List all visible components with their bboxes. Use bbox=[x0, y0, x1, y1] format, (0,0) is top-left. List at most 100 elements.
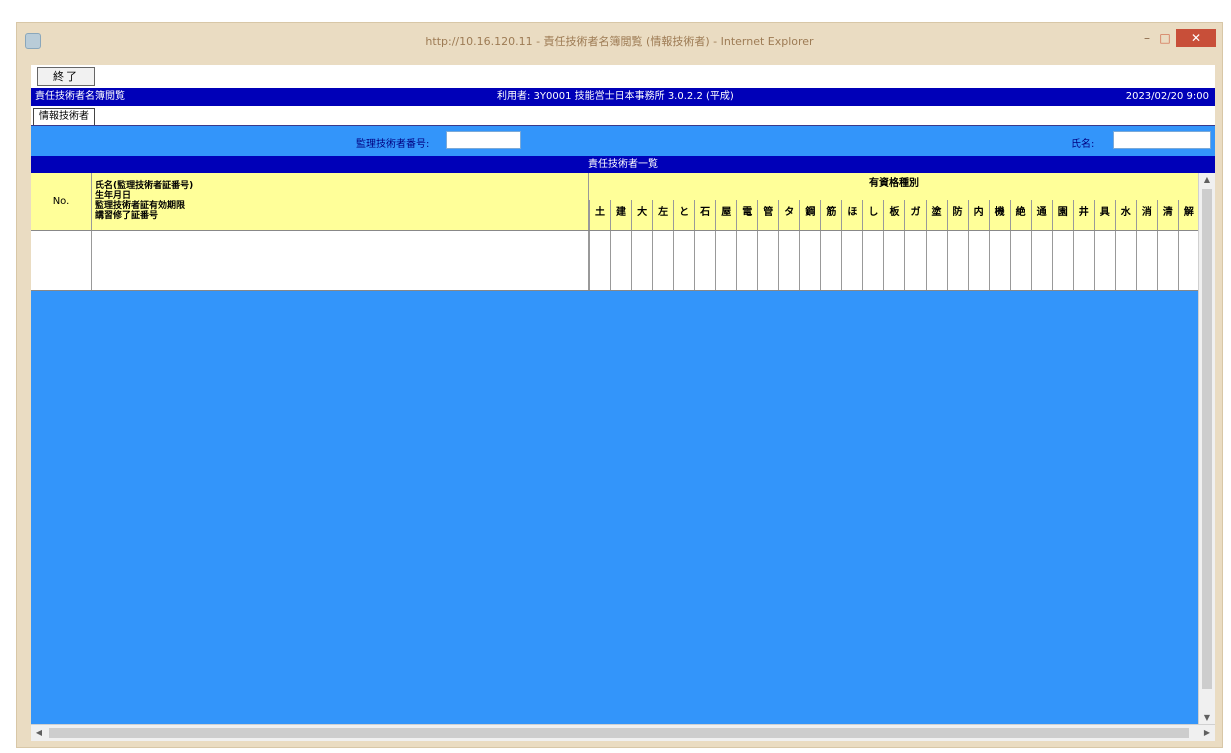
qualification-cell bbox=[1051, 231, 1073, 290]
vertical-scrollbar[interactable]: ▲ ▼ bbox=[1198, 173, 1215, 725]
qualification-code: 左 bbox=[652, 200, 673, 230]
qualification-cell bbox=[820, 231, 841, 290]
window-title: http://10.16.120.11 - 責任技術者名簿閲覧 (情報技術者) … bbox=[425, 35, 814, 48]
engineer-list: No. 氏名(監理技術者証番号) 生年月日 監理技術者証有効期限 講習修了証番号… bbox=[31, 173, 1215, 741]
close-button[interactable]: ✕ bbox=[1176, 29, 1216, 47]
qualification-code: 大 bbox=[631, 200, 652, 230]
qualification-cell bbox=[925, 231, 947, 290]
qualification-cell bbox=[799, 231, 820, 290]
qualification-code: 筋 bbox=[820, 200, 841, 230]
qualification-cell bbox=[1135, 231, 1157, 290]
qualification-cell bbox=[610, 231, 631, 290]
column-name: 氏名(監理技術者証番号) 生年月日 監理技術者証有効期限 講習修了証番号 bbox=[91, 173, 589, 230]
tab-engineers[interactable]: 情報技術者 bbox=[33, 108, 95, 125]
vertical-scroll-thumb[interactable] bbox=[1202, 189, 1212, 689]
qualification-code: 解 bbox=[1177, 200, 1199, 230]
qualification-code: 園 bbox=[1051, 200, 1073, 230]
column-no: No. bbox=[31, 173, 92, 230]
qualification-code: 清 bbox=[1156, 200, 1178, 230]
scroll-down-icon[interactable]: ▼ bbox=[1199, 711, 1215, 725]
table-row[interactable] bbox=[31, 231, 1199, 291]
qualification-code: 塗 bbox=[925, 200, 947, 230]
qualification-cell bbox=[1177, 231, 1199, 290]
title-bar: http://10.16.120.11 - 責任技術者名簿閲覧 (情報技術者) … bbox=[17, 23, 1222, 65]
qualification-code: 内 bbox=[967, 200, 989, 230]
qualification-code: 鋼 bbox=[799, 200, 820, 230]
qualification-cell bbox=[1114, 231, 1136, 290]
qualification-cell bbox=[631, 231, 652, 290]
name-input[interactable] bbox=[1113, 131, 1211, 149]
browser-window: http://10.16.120.11 - 責任技術者名簿閲覧 (情報技術者) … bbox=[16, 22, 1223, 748]
qualification-cell bbox=[1072, 231, 1094, 290]
name-label: 氏名: bbox=[1071, 139, 1095, 150]
filter-bar: 監理技術者番号: 氏名: bbox=[31, 126, 1215, 156]
qualification-cell bbox=[841, 231, 862, 290]
qualification-cell bbox=[1093, 231, 1115, 290]
toolbar: 終了 bbox=[31, 65, 1215, 87]
horizontal-scroll-thumb[interactable] bbox=[49, 728, 1189, 738]
qualification-code: タ bbox=[778, 200, 799, 230]
end-button[interactable]: 終了 bbox=[37, 67, 95, 86]
qualification-cell bbox=[1030, 231, 1052, 290]
qualification-code: 通 bbox=[1030, 200, 1052, 230]
qualification-cell bbox=[652, 231, 673, 290]
horizontal-scrollbar[interactable]: ◀ ▶ bbox=[31, 724, 1215, 741]
qualification-cell bbox=[988, 231, 1010, 290]
qualification-cell bbox=[694, 231, 715, 290]
minimize-button[interactable]: – bbox=[1137, 29, 1157, 47]
qualification-cell bbox=[757, 231, 778, 290]
qualification-code: ほ bbox=[841, 200, 862, 230]
header-right-info: 2023/02/20 9:00 bbox=[1125, 91, 1209, 102]
qualification-cell bbox=[673, 231, 694, 290]
column-qualifications: 有資格種別 土建大左と石屋電管タ鋼筋ほし板ガ塗防内機絶通園井具水消清解 bbox=[589, 173, 1199, 230]
qualification-cell bbox=[883, 231, 904, 290]
qualification-cell bbox=[589, 231, 610, 290]
qualification-cell bbox=[1156, 231, 1178, 290]
row-name-cell bbox=[91, 231, 589, 290]
qualification-code: 土 bbox=[589, 200, 610, 230]
qualification-code: し bbox=[862, 200, 883, 230]
row-no-cell bbox=[31, 231, 92, 290]
qualification-code: 防 bbox=[946, 200, 968, 230]
qualification-cell bbox=[1009, 231, 1031, 290]
qualification-cell bbox=[904, 231, 925, 290]
maximize-button[interactable]: □ bbox=[1155, 29, 1175, 47]
qualification-code: 建 bbox=[610, 200, 631, 230]
qualification-cell bbox=[862, 231, 883, 290]
qualification-cell bbox=[778, 231, 799, 290]
engineer-number-input[interactable] bbox=[446, 131, 521, 149]
qualification-code: 井 bbox=[1072, 200, 1094, 230]
qualification-title: 有資格種別 bbox=[869, 178, 919, 189]
qualification-cell bbox=[967, 231, 989, 290]
table-header: No. 氏名(監理技術者証番号) 生年月日 監理技術者証有効期限 講習修了証番号… bbox=[31, 173, 1199, 231]
scroll-right-icon[interactable]: ▶ bbox=[1199, 725, 1215, 741]
column-name-line: 生年月日 bbox=[95, 191, 132, 201]
engineer-number-label: 監理技術者番号: bbox=[356, 139, 430, 150]
qualification-code: 消 bbox=[1135, 200, 1157, 230]
column-name-line: 講習修了証番号 bbox=[95, 211, 159, 221]
system-header: 責任技術者名簿閲覧 利用者: 3Y0001 技能営士日本事務所 3.0.2.2 … bbox=[31, 88, 1215, 106]
column-name-line: 監理技術者証有効期限 bbox=[95, 201, 186, 211]
qualification-code: 電 bbox=[736, 200, 757, 230]
qualification-code: ガ bbox=[904, 200, 925, 230]
list-title: 責任技術者一覧 bbox=[31, 156, 1215, 173]
qualification-code: 機 bbox=[988, 200, 1010, 230]
scroll-up-icon[interactable]: ▲ bbox=[1199, 173, 1215, 187]
qualification-code: 具 bbox=[1093, 200, 1115, 230]
tab-strip: 情報技術者 bbox=[31, 107, 1215, 126]
qualification-code: 石 bbox=[694, 200, 715, 230]
qualification-cell bbox=[946, 231, 968, 290]
qualification-code: 屋 bbox=[715, 200, 736, 230]
qualification-codes: 土建大左と石屋電管タ鋼筋ほし板ガ塗防内機絶通園井具水消清解 bbox=[589, 200, 1199, 230]
qualification-code: と bbox=[673, 200, 694, 230]
qualification-cell bbox=[736, 231, 757, 290]
column-name-line: 氏名(監理技術者証番号) bbox=[95, 181, 194, 191]
qualification-code: 管 bbox=[757, 200, 778, 230]
qualification-code: 水 bbox=[1114, 200, 1136, 230]
page-content: 終了 責任技術者名簿閲覧 利用者: 3Y0001 技能営士日本事務所 3.0.2… bbox=[31, 65, 1215, 741]
row-qualification-cells bbox=[589, 231, 1199, 290]
qualification-code: 板 bbox=[883, 200, 904, 230]
scroll-left-icon[interactable]: ◀ bbox=[31, 725, 47, 741]
system-name: 責任技術者名簿閲覧 bbox=[35, 91, 125, 102]
user-info: 利用者: 3Y0001 技能営士日本事務所 3.0.2.2 (平成) bbox=[497, 91, 734, 102]
